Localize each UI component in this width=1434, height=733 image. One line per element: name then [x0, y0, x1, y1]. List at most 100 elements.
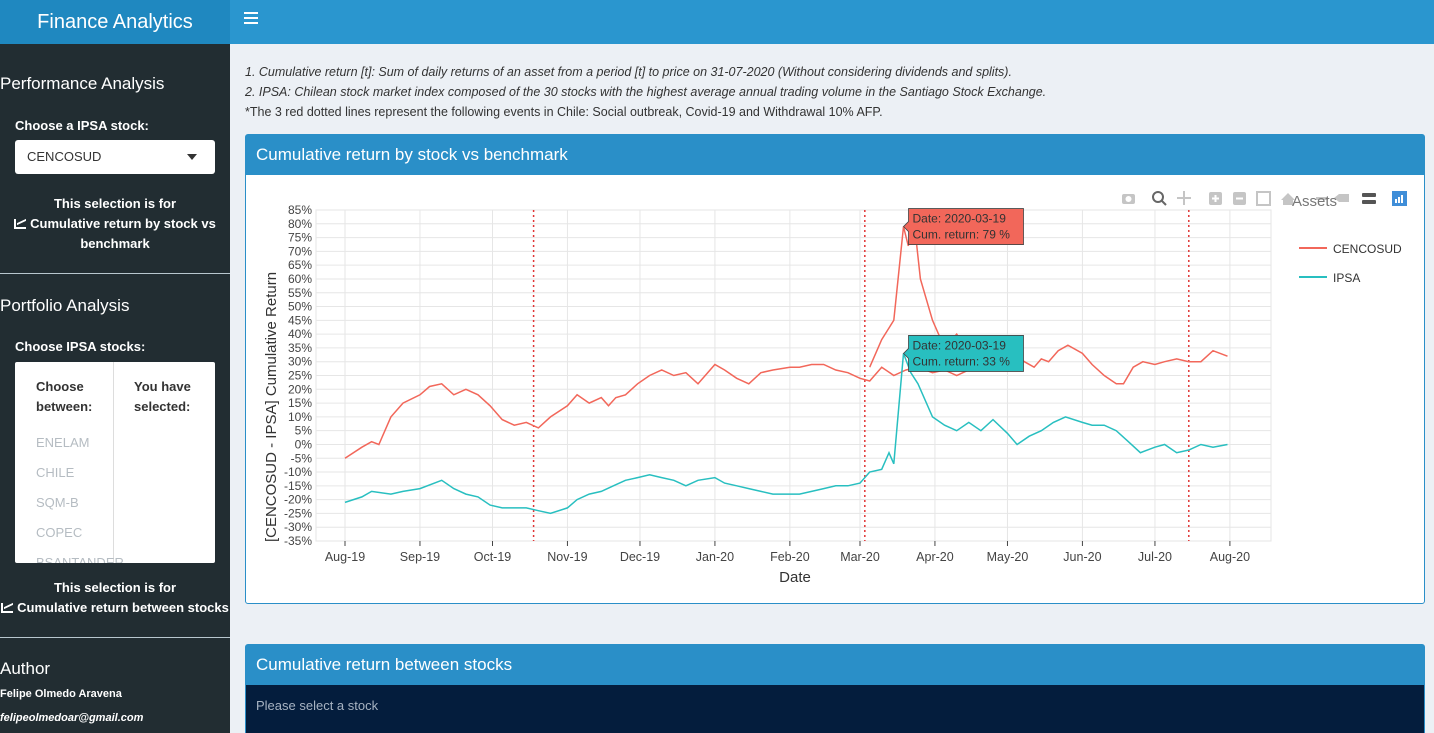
- y-tick-label: 30%: [288, 355, 312, 369]
- legend-ipsa-label[interactable]: IPSA: [1333, 271, 1360, 285]
- x-tick-label: Oct-19: [474, 550, 512, 564]
- x-tick-label: Apr-20: [916, 550, 954, 564]
- note-cumulative-return: 1. Cumulative return [t]: Sum of daily r…: [245, 65, 1012, 79]
- y-tick-label: 55%: [288, 286, 312, 300]
- option-chile[interactable]: CHILE: [36, 465, 74, 480]
- zoom-icon[interactable]: [1152, 191, 1167, 206]
- hover-compare-icon[interactable]: [1362, 193, 1376, 204]
- portfolio-note-line1: This selection is for: [53, 580, 177, 595]
- y-tick-label: 45%: [288, 313, 312, 327]
- x-tick-label: Nov-19: [547, 550, 587, 564]
- legend[interactable]: Assets CENCOSUD IPSA: [1292, 193, 1402, 285]
- cumulative-between-stocks-box: Cumulative return between stocks Please …: [245, 644, 1425, 733]
- performance-note-line3: benchmark: [80, 236, 150, 251]
- x-tick-label: Dec-19: [620, 550, 660, 564]
- pan-icon[interactable]: [1177, 191, 1191, 205]
- box1-title: Cumulative return by stock vs benchmark: [246, 135, 1424, 175]
- zoom-out-icon[interactable]: [1233, 192, 1246, 205]
- y-tick-label: 50%: [288, 300, 312, 314]
- top-navbar: [230, 0, 1434, 44]
- stock-select-label: Choose a IPSA stock:: [15, 118, 149, 133]
- stock-select[interactable]: CENCOSUD: [15, 140, 215, 174]
- line-chart-icon: [14, 219, 27, 229]
- caret-down-icon: [187, 154, 197, 160]
- y-tick-label: 80%: [288, 217, 312, 231]
- sidebar: Performance Analysis Choose a IPSA stock…: [0, 44, 230, 733]
- portfolio-heading: Portfolio Analysis: [0, 296, 130, 315]
- box2-placeholder: Please select a stock: [246, 685, 1424, 733]
- app-title: Finance Analytics: [0, 0, 230, 44]
- y-tick-label: 20%: [288, 382, 312, 396]
- y-tick-label: -5%: [291, 451, 313, 465]
- y-tick-label: 65%: [288, 258, 312, 272]
- author-heading: Author: [0, 659, 51, 678]
- svg-text:Cum. return: 33 %: Cum. return: 33 %: [913, 354, 1011, 368]
- y-tick-label: 85%: [288, 203, 312, 217]
- y-tick-label: 15%: [288, 396, 312, 410]
- sidebar-divider: [0, 273, 230, 274]
- y-tick-label: -30%: [284, 520, 312, 534]
- tooltip-cencosud: Date: 2020-03-19 Cum. return: 79 %: [902, 208, 1024, 245]
- y-tick-label: -10%: [284, 465, 312, 479]
- x-tick-label: Jun-20: [1063, 550, 1101, 564]
- option-enelam[interactable]: ENELAM: [36, 435, 89, 450]
- y-tick-label: -25%: [284, 506, 312, 520]
- y-tick-label: 60%: [288, 272, 312, 286]
- stocks-select-label: Choose IPSA stocks:: [15, 339, 146, 354]
- x-axis-title: Date: [779, 569, 811, 586]
- choose-between-header: Choose between:: [36, 379, 93, 414]
- svg-text:Date: 2020-03-19: Date: 2020-03-19: [913, 212, 1007, 226]
- performance-heading: Performance Analysis: [0, 74, 165, 93]
- note-events: *The 3 red dotted lines represent the fo…: [245, 105, 883, 119]
- cumulative-vs-benchmark-box: Cumulative return by stock vs benchmark …: [245, 134, 1425, 604]
- author-email[interactable]: felipeolmedoar@gmail.com: [0, 712, 143, 724]
- note-ipsa: 2. IPSA: Chilean stock market index comp…: [245, 85, 1047, 99]
- x-tick-label: Aug-19: [325, 550, 365, 564]
- legend-cencosud-label[interactable]: CENCOSUD: [1333, 242, 1402, 256]
- camera-icon[interactable]: [1122, 194, 1135, 204]
- performance-note: This selection is for Cumulative return …: [0, 194, 230, 254]
- performance-note-line1: This selection is for: [53, 196, 177, 211]
- y-axis-title: [CENCOSUD - IPSA] Cumulative Return: [263, 272, 280, 542]
- autoscale-icon[interactable]: [1256, 191, 1271, 206]
- svg-text:Date: 2020-03-19: Date: 2020-03-19: [913, 338, 1007, 352]
- option-copec[interactable]: COPEC: [36, 525, 82, 540]
- y-tick-label: -15%: [284, 479, 312, 493]
- option-bsantander[interactable]: BSANTANDER: [36, 555, 124, 563]
- y-tick-label: 10%: [288, 410, 312, 424]
- y-tick-label: 75%: [288, 231, 312, 245]
- x-tick-label: Mar-20: [840, 550, 880, 564]
- option-sqm-b[interactable]: SQM-B: [36, 495, 79, 510]
- y-tick-label: 25%: [288, 369, 312, 383]
- x-tick-label: Feb-20: [770, 550, 810, 564]
- y-tick-label: 35%: [288, 341, 312, 355]
- sidebar-toggle-icon[interactable]: [244, 12, 258, 26]
- cumulative-return-chart[interactable]: 85%80%75%70%65%60%55%50%45%40%35%30%25%2…: [246, 175, 1424, 603]
- y-tick-label: -20%: [284, 493, 312, 507]
- notes: 1. Cumulative return [t]: Sum of daily r…: [245, 62, 1046, 122]
- performance-note-line2: Cumulative return by stock vs: [30, 216, 216, 231]
- line-chart-icon: [1, 603, 14, 613]
- author-name: Felipe Olmedo Aravena: [0, 688, 122, 700]
- portfolio-note-line2: Cumulative return between stocks: [17, 600, 229, 615]
- y-tick-label: 0%: [295, 437, 313, 451]
- y-tick-label: 5%: [295, 424, 313, 438]
- y-tick-label: -35%: [284, 534, 312, 548]
- box2-title: Cumulative return between stocks: [246, 645, 1424, 685]
- stock-select-value: CENCOSUD: [27, 149, 102, 164]
- x-tick-label: Jul-20: [1138, 550, 1172, 564]
- x-tick-label: May-20: [987, 550, 1029, 564]
- plot-area: 85% 80% 75% 70% 65% 60% 55% 50% 45% 40% 35% 30% 25% 2…: [246, 175, 1424, 603]
- multi-stock-selector: Choose between: You have selected: ENELA…: [15, 362, 215, 563]
- legend-title: Assets: [1292, 193, 1337, 210]
- zoom-in-icon[interactable]: [1209, 192, 1222, 205]
- portfolio-note: This selection is for Cumulative return …: [0, 578, 230, 618]
- y-tick-label: 70%: [288, 244, 312, 258]
- sidebar-divider: [0, 637, 230, 638]
- y-tick-label: 40%: [288, 327, 312, 341]
- plot-modebar: [1122, 191, 1407, 206]
- x-tick-labels: Aug-19 Sep-19 Oct-19 Nov-19 Dec-19 Jan-20 Feb-…: [325, 550, 1250, 564]
- you-have-selected-header: You have selected:: [134, 379, 191, 414]
- plotly-logo-icon[interactable]: [1392, 191, 1407, 206]
- tooltip-ipsa: Date: 2020-03-19 Cum. return: 33 %: [902, 335, 1024, 372]
